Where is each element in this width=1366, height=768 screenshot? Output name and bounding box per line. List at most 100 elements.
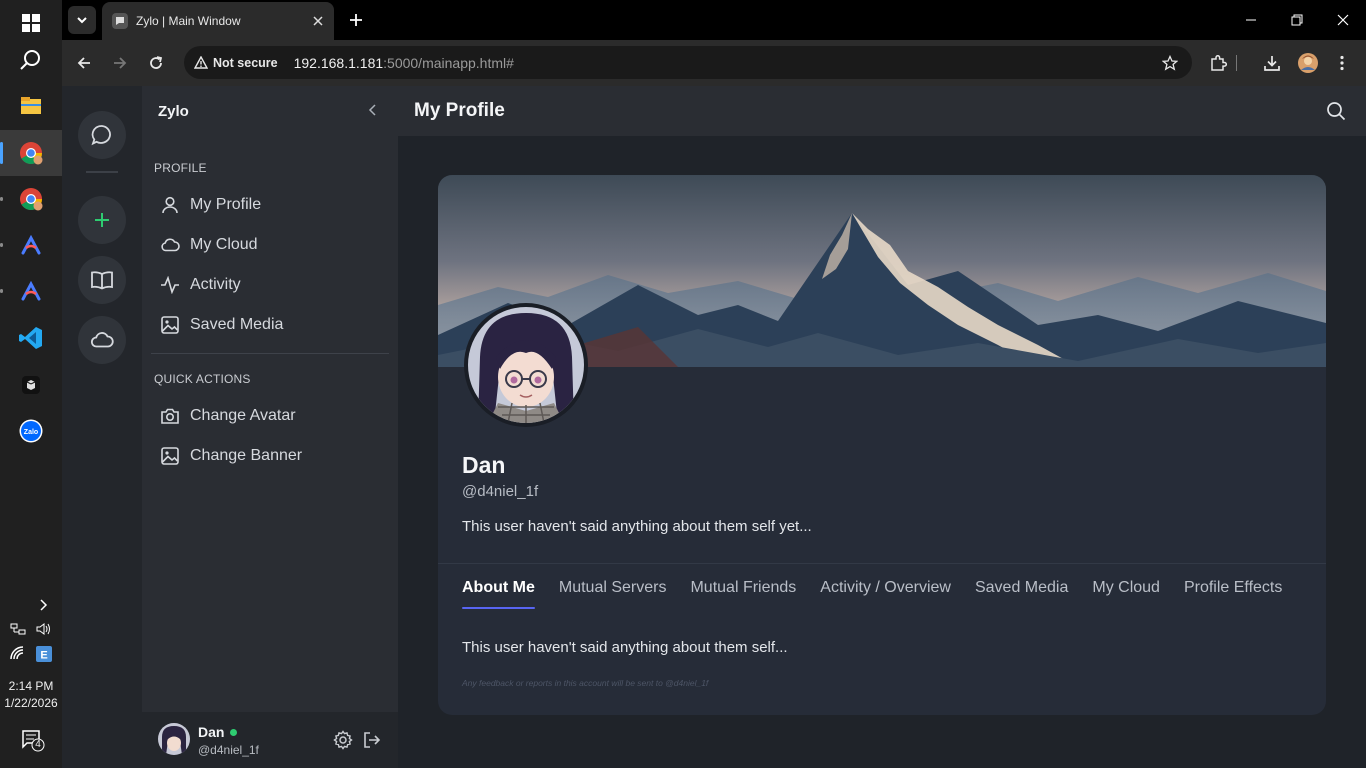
more-vertical-icon	[1340, 55, 1344, 71]
sidebar-item-my-cloud[interactable]: My Cloud	[160, 229, 258, 261]
zylo-favicon	[112, 13, 128, 29]
change-avatar-label: Change Avatar	[190, 407, 296, 424]
tab-search-button[interactable]	[68, 6, 96, 34]
sidebar-item-label: My Profile	[190, 196, 262, 213]
network-wired-icon[interactable]	[10, 622, 26, 636]
search-icon[interactable]	[1326, 101, 1346, 121]
cloud-icon	[161, 238, 180, 252]
arrow-left-icon	[77, 57, 90, 69]
tab-mutual-friends[interactable]: Mutual Friends	[690, 579, 796, 609]
profile-tabs: About Me Mutual Servers Mutual Friends A…	[462, 579, 1282, 609]
sidebar-item-my-profile[interactable]: My Profile	[160, 189, 261, 221]
tray-row-2: E	[0, 646, 62, 662]
profile-avatar-image	[468, 307, 584, 423]
tab-about-me[interactable]: About Me	[462, 579, 535, 609]
search-icon	[20, 50, 40, 70]
reload-button[interactable]	[142, 49, 170, 77]
address-bar[interactable]: Not secure 192.168.1.181:5000/mainapp.ht…	[184, 46, 1192, 79]
profile-bio: This user haven't said anything about th…	[462, 518, 812, 535]
change-avatar-button[interactable]: Change Avatar	[160, 400, 296, 432]
chrome-icon	[20, 188, 43, 211]
collapse-sidebar-icon[interactable]	[368, 103, 378, 117]
tab-saved-media[interactable]: Saved Media	[975, 579, 1068, 609]
cloud-button[interactable]	[78, 316, 126, 364]
minimize-icon	[1246, 19, 1256, 21]
profile-avatar[interactable]	[464, 303, 588, 427]
avatar[interactable]	[158, 723, 190, 755]
user-panel-name: Dan	[198, 724, 225, 740]
user-panel-handle: @d4niel_1f	[198, 743, 259, 757]
server-rail	[62, 86, 142, 768]
minimize-button[interactable]	[1228, 0, 1274, 40]
forward-button[interactable]	[106, 49, 134, 77]
add-server-button[interactable]	[78, 196, 126, 244]
activity-icon	[161, 276, 179, 294]
puzzle-icon	[1211, 54, 1227, 71]
arrow-right-icon	[114, 57, 127, 69]
site-security-chip[interactable]: Not secure	[194, 56, 290, 70]
open-indicator	[0, 243, 3, 247]
browser-tab-active[interactable]: Zylo | Main Window	[102, 2, 334, 40]
search-button[interactable]	[0, 37, 62, 83]
restore-button[interactable]	[1274, 0, 1320, 40]
downloads-button[interactable]	[1258, 49, 1286, 77]
url-path: :5000/mainapp.html#	[383, 54, 514, 71]
zalo-app[interactable]: Zalo	[0, 408, 62, 454]
clock-date[interactable]: 1/22/2026	[0, 696, 62, 710]
reload-icon	[150, 56, 163, 69]
bookmark-star-icon[interactable]	[1162, 54, 1178, 71]
tab-my-cloud[interactable]: My Cloud	[1092, 579, 1160, 609]
close-tab-icon[interactable]	[312, 15, 324, 27]
logout-button[interactable]	[361, 729, 383, 751]
back-button[interactable]	[70, 49, 98, 77]
tab-activity-overview[interactable]: Activity / Overview	[820, 579, 951, 609]
active-indicator	[0, 142, 3, 164]
browser-toolbar: Not secure 192.168.1.181:5000/mainapp.ht…	[62, 40, 1366, 86]
chrome-icon	[20, 142, 43, 165]
vscode-app[interactable]	[0, 315, 62, 361]
volume-icon[interactable]	[36, 622, 52, 636]
chrome-app[interactable]	[0, 176, 62, 222]
tray-row-1	[0, 622, 62, 636]
box-app[interactable]	[0, 362, 62, 408]
chrome-app-active[interactable]	[0, 130, 62, 176]
about-me-text: This user haven't said anything about th…	[462, 639, 788, 656]
box-app-icon	[22, 376, 40, 394]
tabs-divider	[438, 563, 1326, 564]
warning-icon	[194, 56, 208, 69]
new-tab-button[interactable]	[344, 8, 368, 32]
profile-button[interactable]	[1294, 49, 1322, 77]
profile-handle: @d4niel_1f	[462, 483, 539, 500]
profile-card: Dan @d4niel_1f This user haven't said an…	[438, 175, 1326, 715]
zalo-icon: Zalo	[19, 419, 43, 443]
settings-button[interactable]	[332, 729, 354, 751]
rail-divider	[86, 171, 118, 173]
sidebar-item-saved-media[interactable]: Saved Media	[160, 309, 283, 341]
app-name: Zylo	[158, 102, 189, 120]
sidebar-item-label: Activity	[190, 276, 241, 293]
cloud-icon	[90, 332, 114, 348]
feedback-notice: Any feedback or reports in this account …	[462, 678, 709, 688]
file-explorer-app[interactable]	[0, 83, 62, 129]
extensions-button[interactable]	[1204, 49, 1232, 77]
arc-app-1[interactable]	[0, 222, 62, 268]
ime-icon[interactable]: E	[36, 646, 52, 662]
tab-mutual-servers[interactable]: Mutual Servers	[559, 579, 667, 609]
clock-time[interactable]: 2:14 PM	[0, 679, 62, 693]
direct-messages-button[interactable]	[78, 111, 126, 159]
change-banner-button[interactable]: Change Banner	[160, 440, 302, 472]
page-header: My Profile	[398, 86, 1366, 136]
guide-button[interactable]	[78, 256, 126, 304]
sidebar-item-label: My Cloud	[190, 236, 258, 253]
image-icon	[161, 316, 179, 334]
arc-app-2[interactable]	[0, 268, 62, 314]
show-hidden-icons-button[interactable]	[0, 597, 62, 613]
profile-avatar-icon	[1298, 53, 1318, 73]
browser-menu-button[interactable]	[1328, 49, 1356, 77]
wifi-icon[interactable]	[10, 646, 24, 660]
tab-profile-effects[interactable]: Profile Effects	[1184, 579, 1282, 609]
open-indicator	[0, 197, 3, 201]
notification-center-button[interactable]: 4	[0, 728, 62, 752]
close-window-button[interactable]	[1320, 0, 1366, 40]
sidebar-item-activity[interactable]: Activity	[160, 269, 241, 301]
